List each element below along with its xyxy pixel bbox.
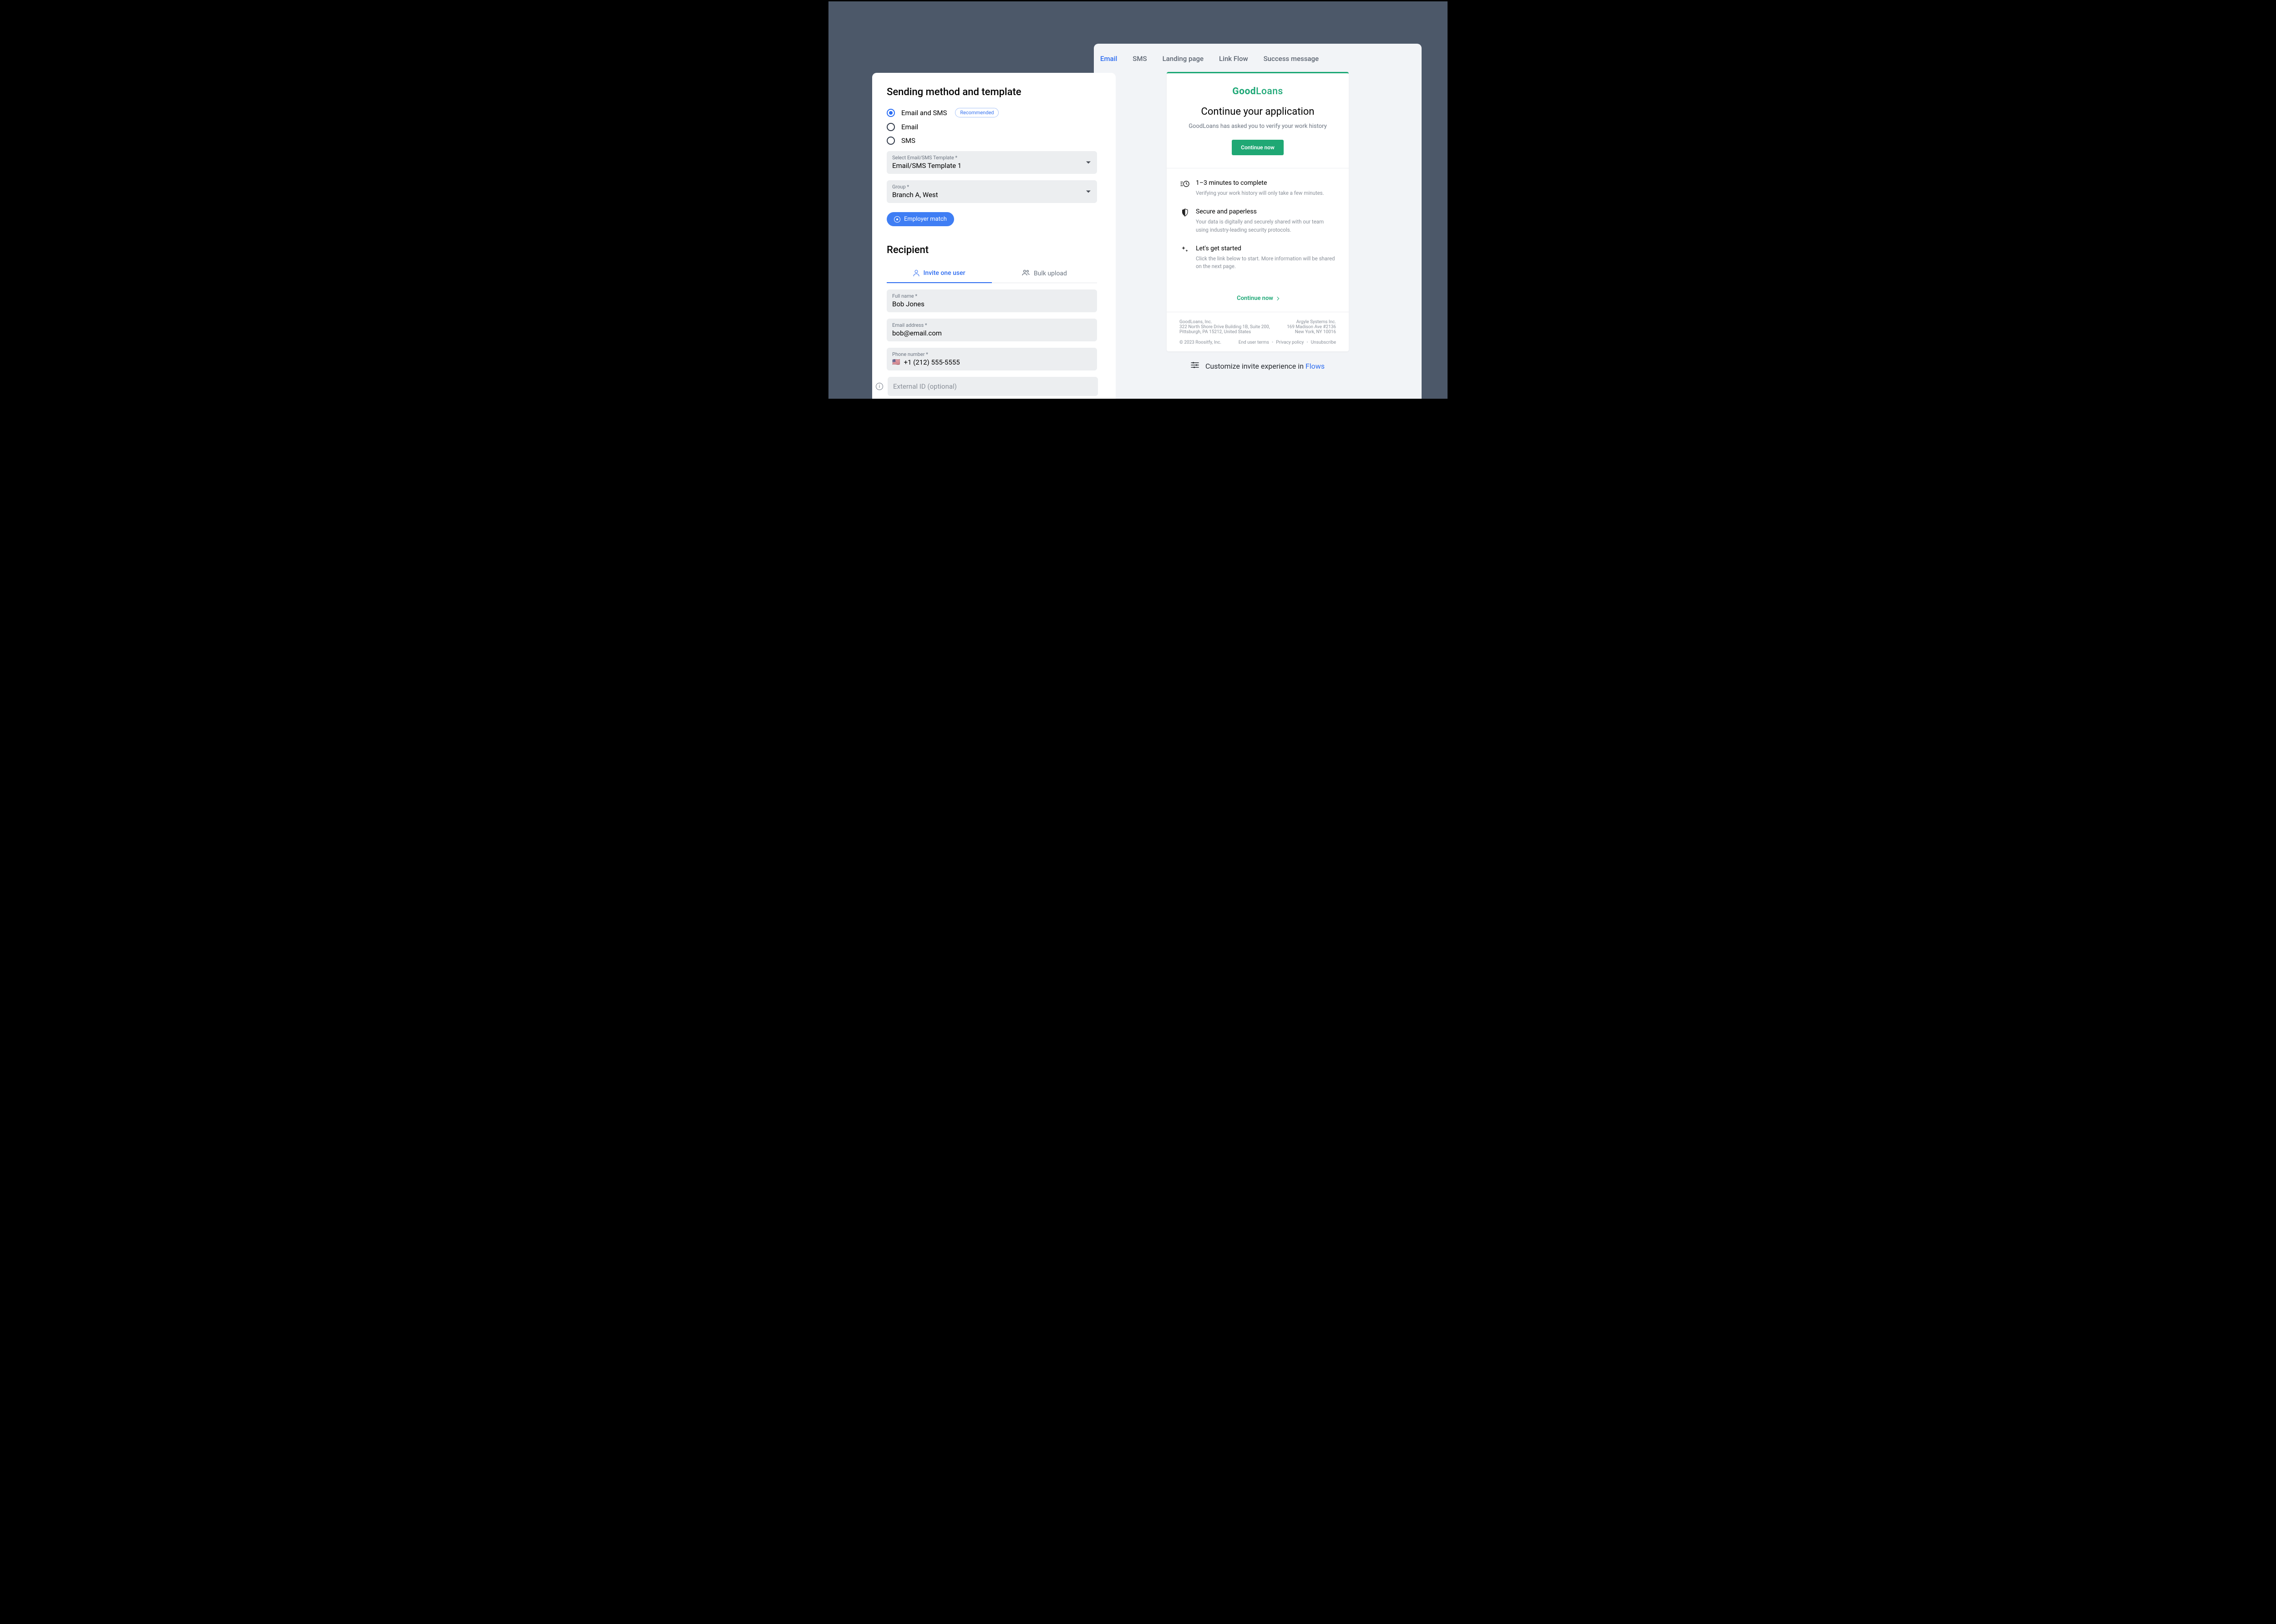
footer-link[interactable]: Unsubscribe	[1311, 340, 1336, 345]
phone-field[interactable]: Phone number * 🇺🇸 +1 (212) 555-5555	[887, 348, 1097, 370]
preview-tab-email[interactable]: Email	[1100, 55, 1117, 63]
feature-row: Secure and paperless Your data is digita…	[1180, 208, 1335, 234]
radio-selected-icon	[887, 109, 895, 117]
recommended-badge: Recommended	[955, 108, 999, 117]
section-title-recipient: Recipient	[887, 244, 1101, 256]
footer-link[interactable]: Privacy policy	[1276, 340, 1304, 345]
feature-row: Let's get started Click the link below t…	[1180, 245, 1335, 271]
preview-pane: Email SMS Landing page Link Flow Success…	[1094, 44, 1422, 400]
clock-icon	[1180, 179, 1189, 188]
tab-bulk-upload[interactable]: Bulk upload	[992, 264, 1097, 283]
feature-title: 1–3 minutes to complete	[1196, 179, 1324, 187]
sliders-icon	[1191, 361, 1199, 371]
info-icon[interactable]: i	[876, 383, 883, 390]
method-sms[interactable]: SMS	[887, 137, 1101, 145]
chevron-right-icon	[1275, 297, 1279, 300]
continue-link[interactable]: Continue now	[1167, 292, 1349, 312]
recipient-tabs: Invite one user Bulk upload	[887, 264, 1097, 283]
full-name-field[interactable]: Full name * Bob Jones	[887, 289, 1097, 312]
email-title: Continue your application	[1178, 106, 1338, 117]
group-select[interactable]: Group * Branch A, West	[887, 180, 1097, 203]
continue-button[interactable]: Continue now	[1232, 140, 1284, 155]
radio-icon	[887, 123, 895, 131]
email-field[interactable]: Email address * bob@email.com	[887, 319, 1097, 341]
customize-text: Customize invite experience in	[1205, 362, 1306, 370]
method-email[interactable]: Email	[887, 123, 1101, 131]
chevron-down-icon	[1086, 191, 1091, 193]
footer-link[interactable]: End user terms	[1239, 340, 1269, 345]
email-footer: GoodLoans, Inc. 322 North Shore Drive Bu…	[1167, 312, 1349, 351]
tab-invite-one[interactable]: Invite one user	[887, 264, 992, 283]
preview-tabs: Email SMS Landing page Link Flow Success…	[1094, 44, 1422, 72]
preview-tab-sms[interactable]: SMS	[1133, 55, 1147, 63]
feature-text: Verifying your work history will only ta…	[1196, 189, 1324, 197]
section-title-sending: Sending method and template	[887, 86, 1101, 98]
shield-icon	[1180, 208, 1189, 217]
flows-link[interactable]: Flows	[1306, 362, 1325, 370]
target-icon	[894, 216, 900, 223]
feature-text: Your data is digitally and securely shar…	[1196, 218, 1335, 234]
customize-row: Customize invite experience in Flows	[1094, 361, 1422, 371]
preview-tab-link-flow[interactable]: Link Flow	[1219, 55, 1248, 63]
feature-text: Click the link below to start. More info…	[1196, 255, 1335, 271]
feature-title: Secure and paperless	[1196, 208, 1335, 215]
feature-row: 1–3 minutes to complete Verifying your w…	[1180, 179, 1335, 197]
sparkle-icon	[1180, 245, 1189, 254]
method-email-sms[interactable]: Email and SMS Recommended	[887, 108, 1101, 117]
chevron-down-icon	[1086, 162, 1091, 164]
employer-match-button[interactable]: Employer match	[887, 212, 954, 226]
template-select[interactable]: Select Email/SMS Template * Email/SMS Te…	[887, 151, 1097, 174]
email-subtitle: GoodLoans has asked you to verify your w…	[1178, 123, 1338, 130]
external-id-field[interactable]: External ID (optional)	[888, 377, 1098, 396]
people-icon	[1022, 269, 1030, 277]
flag-us-icon: 🇺🇸	[892, 359, 900, 366]
radio-icon	[887, 137, 895, 145]
copyright-text: © 2023 Roositfy, Inc.	[1179, 340, 1221, 345]
person-icon	[913, 270, 920, 276]
feature-title: Let's get started	[1196, 245, 1335, 252]
preview-tab-success[interactable]: Success message	[1264, 55, 1319, 63]
invite-form-card: Sending method and template Email and SM…	[872, 73, 1116, 400]
email-preview-card: GoodLoans Continue your application Good…	[1167, 72, 1349, 351]
preview-tab-landing[interactable]: Landing page	[1163, 55, 1204, 63]
brand-logo: GoodLoans	[1178, 86, 1338, 97]
